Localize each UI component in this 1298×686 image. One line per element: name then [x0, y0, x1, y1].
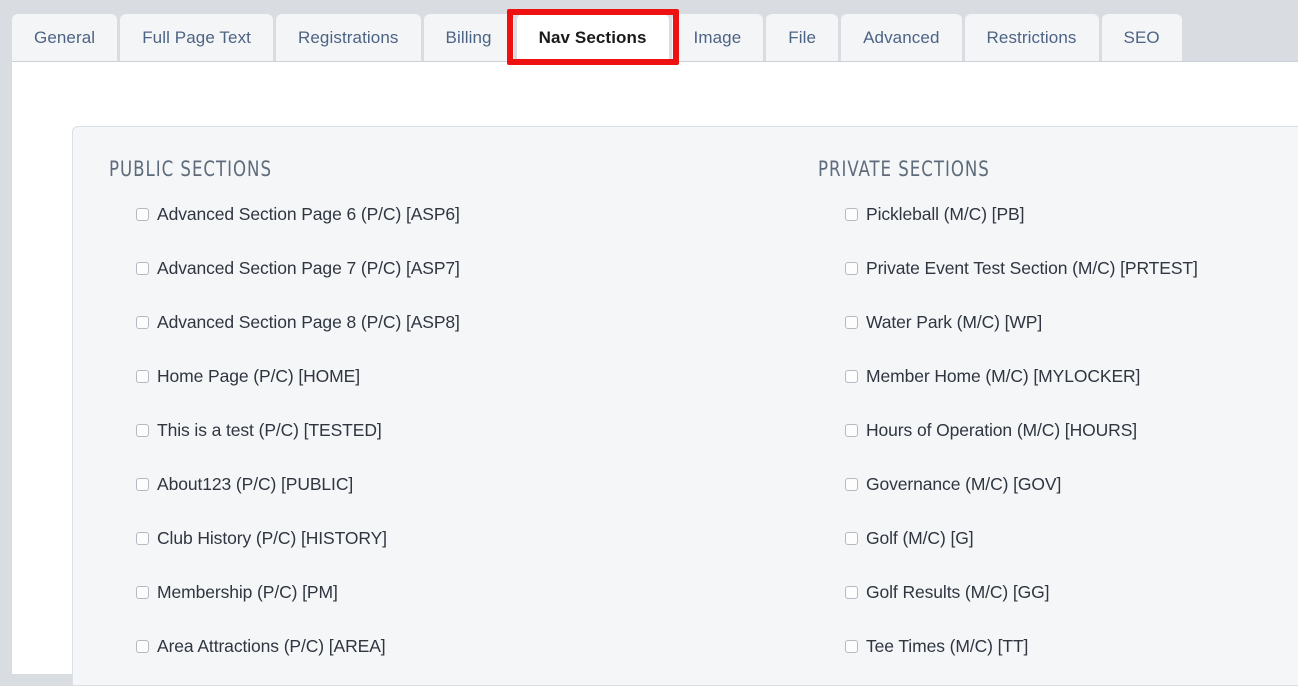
section-label: Area Attractions (P/C) [AREA]	[157, 636, 386, 656]
tab-label: Image	[693, 27, 742, 47]
list-item[interactable]: Private Event Test Section (M/C) [PRTEST…	[845, 258, 1298, 278]
section-checkbox[interactable]	[845, 477, 858, 491]
list-item[interactable]: Club History (P/C) [HISTORY]	[136, 528, 818, 548]
list-item[interactable]: Membership (P/C) [PM]	[136, 582, 818, 602]
tab-label: File	[788, 27, 817, 47]
list-item[interactable]: Hours of Operation (M/C) [HOURS]	[845, 420, 1298, 440]
tab-billing[interactable]: Billing	[423, 14, 514, 61]
section-checkbox[interactable]	[136, 207, 149, 221]
section-label: Private Event Test Section (M/C) [PRTEST…	[866, 258, 1198, 278]
section-label: Governance (M/C) [GOV]	[866, 474, 1062, 494]
list-item[interactable]: Advanced Section Page 7 (P/C) [ASP7]	[136, 258, 818, 278]
tab-advanced[interactable]: Advanced	[841, 14, 962, 61]
section-checkbox[interactable]	[845, 585, 858, 599]
private-sections-column: PRIVATE SECTIONS Pickleball (M/C) [PB] Pr…	[818, 157, 1298, 685]
section-checkbox[interactable]	[136, 423, 149, 437]
tab-label: General	[34, 27, 96, 47]
section-label: Advanced Section Page 6 (P/C) [ASP6]	[157, 204, 460, 224]
tab-nav-sections[interactable]: Nav Sections	[506, 9, 679, 65]
tab-full-page-text[interactable]: Full Page Text	[120, 14, 273, 61]
section-label: Tee Times (M/C) [TT]	[866, 636, 1029, 656]
section-checkbox[interactable]	[845, 207, 858, 221]
section-label: Hours of Operation (M/C) [HOURS]	[866, 420, 1138, 440]
section-label: Membership (P/C) [PM]	[157, 582, 338, 602]
list-item[interactable]: Golf (M/C) [G]	[845, 528, 1298, 548]
content-card: PUBLIC SECTIONS Advanced Section Page 6 …	[12, 61, 1298, 686]
list-item[interactable]: Advanced Section Page 6 (P/C) [ASP6]	[136, 204, 818, 224]
list-item[interactable]: Area Attractions (P/C) [AREA]	[136, 636, 818, 656]
tab-label: Nav Sections	[538, 27, 647, 47]
section-checkbox[interactable]	[136, 261, 149, 275]
tab-restrictions[interactable]: Restrictions	[964, 14, 1099, 61]
section-checkbox[interactable]	[845, 639, 858, 653]
section-checkbox[interactable]	[845, 315, 858, 329]
list-item[interactable]: Governance (M/C) [GOV]	[845, 474, 1298, 494]
section-checkbox[interactable]	[136, 315, 149, 329]
public-sections-column: PUBLIC SECTIONS Advanced Section Page 6 …	[73, 157, 818, 685]
section-label: Advanced Section Page 8 (P/C) [ASP8]	[157, 312, 460, 332]
tab-strip: General Full Page Text Registrations Billin…	[12, 0, 1298, 65]
list-item[interactable]: About123 (P/C) [PUBLIC]	[136, 474, 818, 494]
tab-seo[interactable]: SEO	[1101, 14, 1182, 61]
tab-label: Billing	[445, 27, 492, 47]
section-checkbox[interactable]	[845, 531, 858, 545]
section-label: Advanced Section Page 7 (P/C) [ASP7]	[157, 258, 460, 278]
list-item[interactable]: Member Home (M/C) [MYLOCKER]	[845, 366, 1298, 386]
public-sections-list: Advanced Section Page 6 (P/C) [ASP6] Adva…	[109, 204, 818, 656]
tab-label: Advanced	[863, 27, 940, 47]
section-label: Pickleball (M/C) [PB]	[866, 204, 1025, 224]
section-checkbox[interactable]	[136, 585, 149, 599]
section-checkbox[interactable]	[136, 639, 149, 653]
section-label: Club History (P/C) [HISTORY]	[157, 528, 387, 548]
list-item[interactable]: This is a test (P/C) [TESTED]	[136, 420, 818, 440]
section-checkbox[interactable]	[845, 369, 858, 383]
list-item[interactable]: Water Park (M/C) [WP]	[845, 312, 1298, 332]
tab-file[interactable]: File	[766, 14, 839, 61]
section-label: Golf (M/C) [G]	[866, 528, 974, 548]
page-root: General Full Page Text Registrations Billin…	[0, 0, 1298, 686]
tab-label: Full Page Text	[142, 27, 251, 47]
section-checkbox[interactable]	[136, 369, 149, 383]
section-checkbox[interactable]	[136, 477, 149, 491]
section-label: This is a test (P/C) [TESTED]	[157, 420, 382, 440]
list-item[interactable]: Advanced Section Page 8 (P/C) [ASP8]	[136, 312, 818, 332]
section-label: Home Page (P/C) [HOME]	[157, 366, 360, 386]
section-checkbox[interactable]	[845, 261, 858, 275]
tab-image[interactable]: Image	[671, 14, 764, 61]
section-label: Golf Results (M/C) [GG]	[866, 582, 1050, 602]
private-sections-heading: PRIVATE SECTIONS	[818, 157, 990, 181]
tab-registrations[interactable]: Registrations	[276, 14, 421, 61]
nav-sections-panel: PUBLIC SECTIONS Advanced Section Page 6 …	[72, 126, 1298, 686]
section-label: Water Park (M/C) [WP]	[866, 312, 1043, 332]
list-item[interactable]: Home Page (P/C) [HOME]	[136, 366, 818, 386]
tab-general[interactable]: General	[12, 14, 118, 61]
section-checkbox[interactable]	[136, 531, 149, 545]
list-item[interactable]: Golf Results (M/C) [GG]	[845, 582, 1298, 602]
tab-label: Restrictions	[986, 27, 1077, 47]
section-label: About123 (P/C) [PUBLIC]	[157, 474, 354, 494]
list-item[interactable]: Pickleball (M/C) [PB]	[845, 204, 1298, 224]
tab-label: SEO	[1123, 27, 1160, 47]
section-checkbox[interactable]	[845, 423, 858, 437]
public-sections-heading: PUBLIC SECTIONS	[109, 157, 272, 181]
private-sections-list: Pickleball (M/C) [PB] Private Event Test …	[818, 204, 1298, 656]
list-item[interactable]: Tee Times (M/C) [TT]	[845, 636, 1298, 656]
tab-label: Registrations	[298, 27, 399, 47]
section-label: Member Home (M/C) [MYLOCKER]	[866, 366, 1141, 386]
